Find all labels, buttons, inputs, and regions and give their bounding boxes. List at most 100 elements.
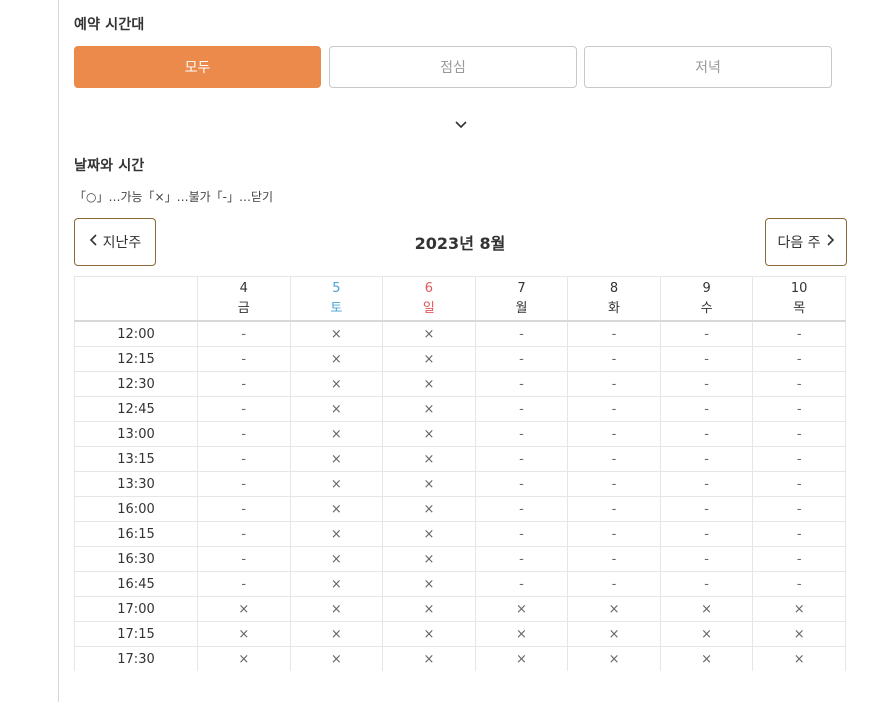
availability-cell: - xyxy=(474,471,569,497)
table-row: 16:45- × × - - - - xyxy=(74,571,846,597)
table-row: 17:00 × × × × × × × xyxy=(74,596,846,622)
day-date: 7 xyxy=(517,280,526,296)
day-header-0: 4금 xyxy=(197,276,291,322)
availability-cell: × xyxy=(382,646,476,671)
time-cell: 17:00 xyxy=(74,596,198,622)
availability-cell: × xyxy=(382,346,476,372)
table-row: 13:30- × × - - - - xyxy=(74,471,846,497)
availability-cell: - xyxy=(567,446,661,472)
schedule-body: 12:00- × × - - - -12:15- × × - - - -12:30- × × - - - -12:4… xyxy=(74,320,846,671)
availability-cell: - xyxy=(752,571,846,597)
availability-cell: - xyxy=(474,521,569,547)
availability-cell: - xyxy=(197,496,291,522)
availability-cell: × xyxy=(382,546,476,572)
day-weekday: 화 xyxy=(608,300,621,316)
time-cell: 12:15 xyxy=(74,346,198,372)
availability-cell: - xyxy=(567,471,661,497)
availability-cell: - xyxy=(659,471,754,497)
table-row: 12:15- × × - - - - xyxy=(74,346,846,372)
availability-cell: × xyxy=(567,621,661,647)
availability-cell: - xyxy=(659,346,754,372)
day-weekday: 금 xyxy=(237,300,250,316)
availability-cell: × xyxy=(289,571,384,597)
availability-cell: × xyxy=(474,646,569,671)
day-header-5: 9수 xyxy=(659,276,754,322)
availability-cell: × xyxy=(289,421,384,447)
availability-cell: - xyxy=(197,396,291,422)
previous-week-button[interactable]: 지난주 xyxy=(74,218,156,266)
availability-cell: × xyxy=(289,320,384,347)
availability-cell: - xyxy=(659,396,754,422)
day-date: 8 xyxy=(609,280,619,296)
availability-cell: - xyxy=(659,371,754,397)
availability-cell: × xyxy=(289,346,384,372)
time-header-cell xyxy=(74,276,198,322)
time-cell: 16:15 xyxy=(74,521,198,547)
day-weekday: 월 xyxy=(515,300,528,316)
availability-cell: - xyxy=(567,320,661,347)
availability-cell: - xyxy=(752,546,846,572)
availability-cell: × xyxy=(289,371,384,397)
chevron-down-icon[interactable] xyxy=(451,114,471,134)
date-time-title: 날짜와 시간 xyxy=(74,158,145,174)
next-week-button[interactable]: 다음 주 xyxy=(765,218,847,266)
month-label: 2023년 8월 xyxy=(414,234,506,253)
availability-cell: × xyxy=(289,396,384,422)
table-row: 16:15- × × - - - - xyxy=(74,521,846,547)
availability-cell: × xyxy=(382,621,476,647)
availability-cell: - xyxy=(752,421,846,447)
availability-cell: - xyxy=(567,571,661,597)
day-header-4: 8화 xyxy=(567,276,661,322)
time-cell: 13:30 xyxy=(74,471,198,497)
day-weekday: 목 xyxy=(793,300,806,316)
availability-cell: × xyxy=(474,621,569,647)
day-weekday: 수 xyxy=(700,300,713,316)
table-row: 16:30- × × - - - - xyxy=(74,546,846,572)
time-cell: 13:15 xyxy=(74,446,198,472)
availability-cell: × xyxy=(382,320,476,347)
availability-cell: × xyxy=(382,371,476,397)
availability-cell: - xyxy=(659,546,754,572)
left-divider xyxy=(58,0,59,702)
time-filter-dinner-button[interactable]: 저녁 xyxy=(584,46,832,88)
availability-cell: - xyxy=(659,571,754,597)
availability-cell: - xyxy=(752,346,846,372)
day-header-6: 10 목 xyxy=(752,276,846,322)
time-filter-lunch-button[interactable]: 점심 xyxy=(329,46,577,88)
availability-cell: × xyxy=(382,421,476,447)
table-row: 17:30 × × × × × × × xyxy=(74,646,846,671)
day-header-3: 7월 xyxy=(474,276,569,322)
time-filter-all-button[interactable]: 모두 xyxy=(74,46,321,88)
availability-cell: - xyxy=(752,320,846,347)
availability-cell: - xyxy=(567,546,661,572)
previous-week-label: 지난주 xyxy=(102,235,142,251)
availability-cell: - xyxy=(567,521,661,547)
availability-cell: × xyxy=(289,596,384,622)
availability-cell: × xyxy=(382,471,476,497)
availability-cell: × xyxy=(752,596,846,622)
day-date: 5 xyxy=(332,280,341,296)
day-header-1: 5토 xyxy=(289,276,384,322)
schedule-table-wrapper: 4 금 5 토 6 일 7 월 8 화 9 수 10 목 12:00- × × - - - -12:15- × × - - - -… xyxy=(74,276,846,671)
availability-cell: × xyxy=(752,621,846,647)
availability-cell: - xyxy=(474,571,569,597)
next-week-label: 다음 주 xyxy=(777,235,821,251)
availability-cell: × xyxy=(382,396,476,422)
availability-cell: × xyxy=(197,596,291,622)
availability-cell: × xyxy=(567,596,661,622)
availability-cell: × xyxy=(289,471,384,497)
availability-cell: × xyxy=(567,646,661,671)
availability-cell: - xyxy=(659,320,754,347)
availability-cell: - xyxy=(567,421,661,447)
day-date: 4 xyxy=(239,280,248,296)
availability-cell: × xyxy=(289,496,384,522)
time-cell: 17:15 xyxy=(74,621,198,647)
table-row: 13:15- × × - - - - xyxy=(74,446,846,472)
availability-cell: - xyxy=(659,521,754,547)
time-cell: 12:30 xyxy=(74,371,198,397)
availability-cell: - xyxy=(197,521,291,547)
availability-cell: - xyxy=(659,446,754,472)
availability-cell: - xyxy=(197,546,291,572)
day-weekday: 일 xyxy=(422,300,435,316)
availability-cell: × xyxy=(382,521,476,547)
